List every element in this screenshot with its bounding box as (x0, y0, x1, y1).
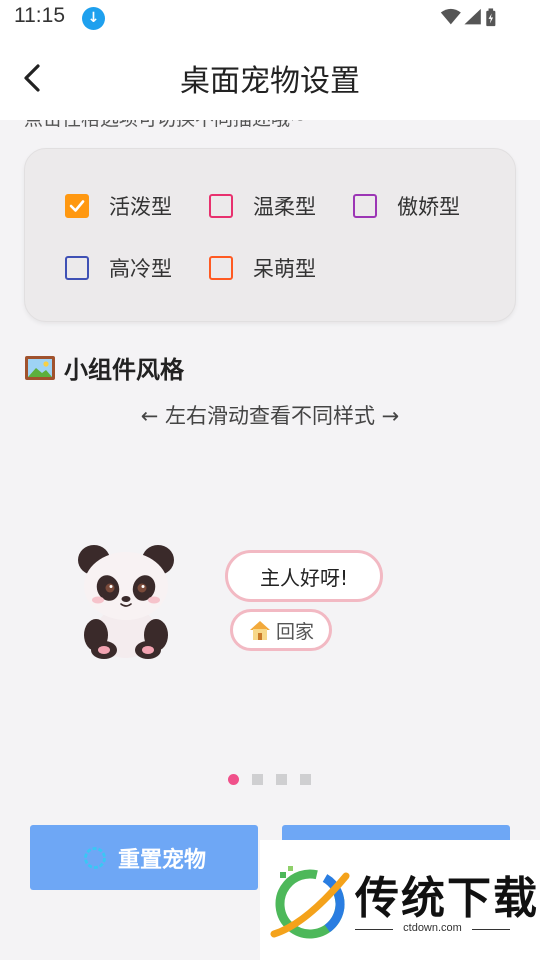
personality-option-tsundere[interactable]: 傲娇型 (353, 191, 460, 221)
widget-style-heading: 小组件风格 (24, 350, 184, 385)
speech-bubble: 主人好呀! (225, 550, 383, 602)
section-title: 小组件风格 (64, 356, 184, 384)
home-label: 回家 (275, 620, 314, 643)
page-dot[interactable] (228, 774, 239, 785)
personality-option-gentle[interactable]: 温柔型 (209, 191, 316, 221)
reset-pet-button[interactable]: 重置宠物 (30, 825, 258, 890)
page-dot[interactable] (252, 774, 263, 785)
page-indicator (228, 774, 324, 785)
swipe-hint: ← 左右滑动查看不同样式 → (140, 404, 400, 428)
checkbox[interactable] (65, 256, 89, 280)
status-icons (440, 8, 496, 27)
personality-option-cool[interactable]: 高冷型 (65, 253, 172, 283)
personality-option-label: 傲娇型 (397, 195, 460, 219)
house-icon (249, 621, 270, 640)
refresh-icon (84, 846, 106, 869)
signal-icon (464, 8, 481, 25)
status-bar: 11:15 ↓ (0, 0, 540, 36)
download-icon: ↓ (82, 7, 105, 30)
page-dot[interactable] (276, 774, 287, 785)
watermark-logo (270, 866, 350, 939)
battery-charging-icon (486, 8, 496, 27)
personality-option-label: 温柔型 (253, 195, 316, 219)
personality-option-label: 高冷型 (109, 257, 172, 281)
watermark-url: ctdown.com (403, 922, 462, 934)
home-button[interactable]: 回家 (230, 609, 332, 651)
panda-icon[interactable] (70, 540, 182, 660)
framed-picture-icon (25, 355, 55, 380)
checkbox[interactable] (209, 256, 233, 280)
personality-option-label: 呆萌型 (253, 257, 316, 281)
bubble-text: 主人好呀! (259, 565, 349, 590)
personality-option-lively[interactable]: 活泼型 (65, 191, 172, 221)
wifi-icon (440, 8, 461, 25)
app-header: 桌面宠物设置 (0, 36, 540, 120)
watermark-text: 传统下载 (355, 873, 539, 924)
watermark: 传统下载 ctdown.com (260, 840, 540, 960)
personality-option-cute[interactable]: 呆萌型 (209, 253, 316, 283)
status-time: 11:15 (14, 4, 65, 27)
reset-label: 重置宠物 (117, 847, 206, 873)
checkbox[interactable] (209, 194, 233, 218)
checkbox[interactable] (353, 194, 377, 218)
checkmark-icon (69, 200, 85, 212)
page-title: 桌面宠物设置 (180, 64, 360, 99)
personality-option-label: 活泼型 (109, 195, 172, 219)
page-dot[interactable] (300, 774, 311, 785)
personality-panel: 活泼型 温柔型 傲娇型 高冷型 呆萌型 (24, 148, 516, 322)
checkbox[interactable] (65, 194, 89, 218)
